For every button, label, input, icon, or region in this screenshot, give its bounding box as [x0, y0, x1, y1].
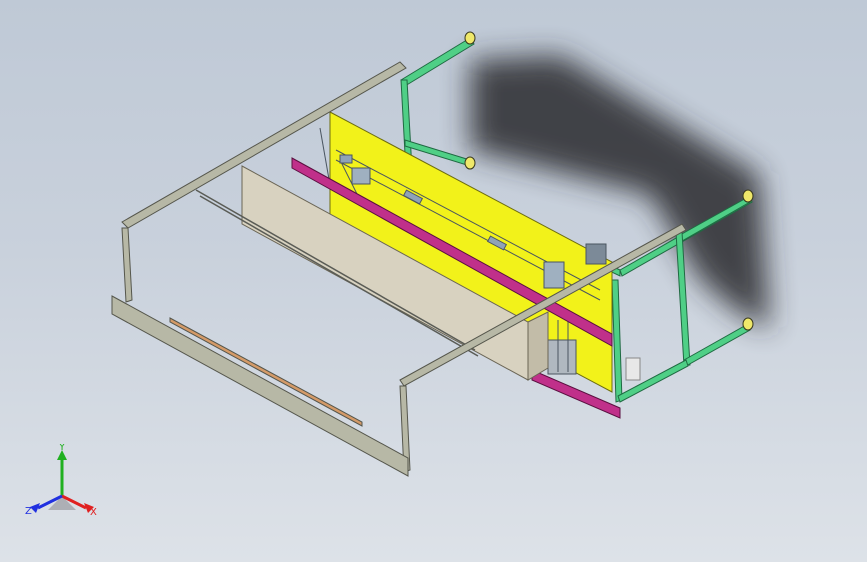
cad-model-view[interactable]: [0, 0, 867, 562]
axis-triad: Y X Z: [25, 444, 97, 518]
x-axis-label: X: [90, 507, 97, 518]
z-axis-label: Z: [25, 506, 32, 517]
graphics-viewport[interactable]: Y X Z: [0, 0, 867, 562]
beige-guide-plate-end: [527, 311, 549, 381]
y-axis-label: Y: [58, 444, 66, 453]
